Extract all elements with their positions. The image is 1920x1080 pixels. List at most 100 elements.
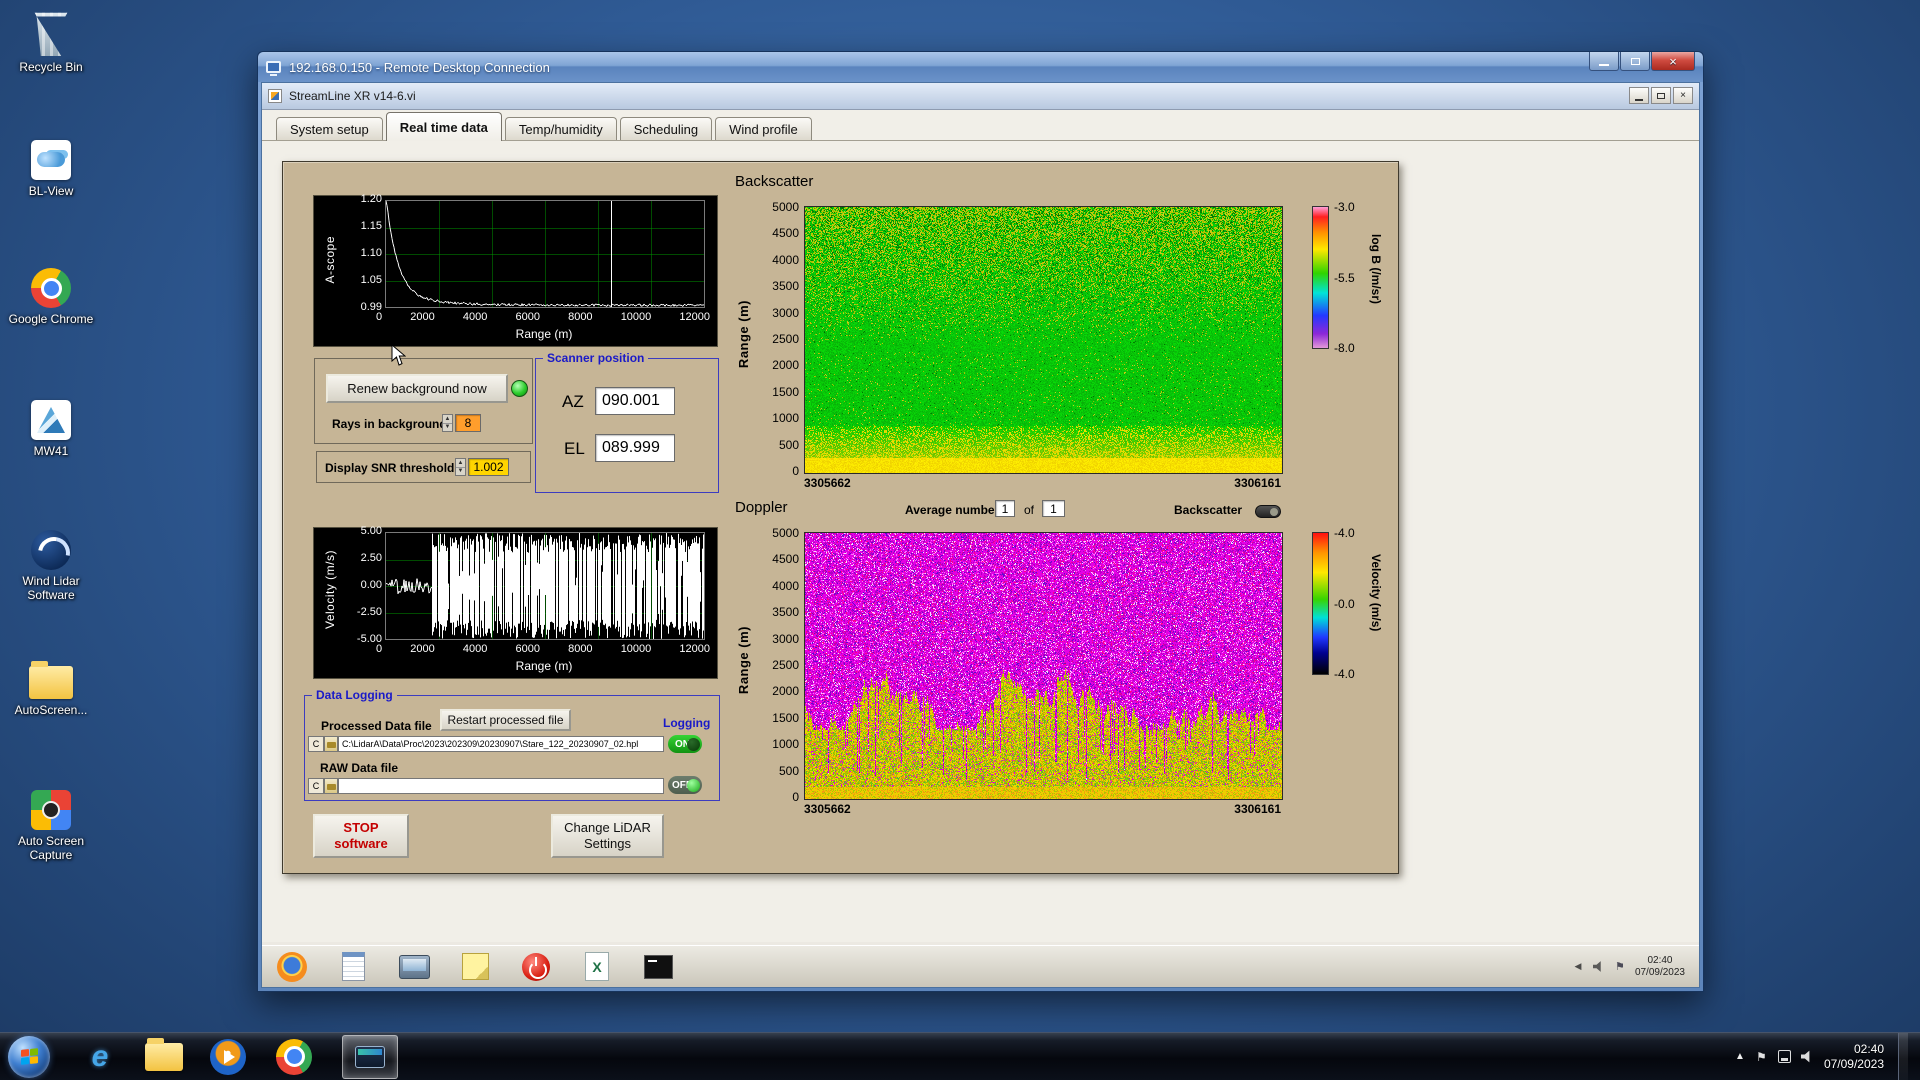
network-icon[interactable] xyxy=(1778,1050,1791,1063)
az-value-field[interactable]: 090.001 xyxy=(595,387,675,415)
backscatter-ytick: 2500 xyxy=(772,332,799,346)
remote-rdc-launcher[interactable] xyxy=(396,950,432,984)
desktop-icon-recycle-bin[interactable]: Recycle Bin xyxy=(8,10,94,74)
desktop-screen: Recycle Bin BL-View Google Chrome MW41 W… xyxy=(0,0,1920,1080)
ascope-plot: A-scope 1.201.151.101.050.99 02000400060… xyxy=(313,195,718,347)
volume-icon[interactable] xyxy=(1801,1050,1814,1063)
of-label: of xyxy=(1024,503,1034,517)
remote-xr-launcher[interactable]: X xyxy=(579,950,615,984)
stop-software-button-line2: software xyxy=(334,836,387,852)
doppler-x-start: 3305662 xyxy=(804,802,851,816)
rdc-titlebar[interactable]: 192.168.0.150 - Remote Desktop Connectio… xyxy=(258,52,1703,82)
rays-value-field[interactable]: 8 xyxy=(455,414,481,432)
remote-notepad-launcher[interactable] xyxy=(335,950,371,984)
snr-value-field[interactable]: 1.002 xyxy=(468,458,509,476)
velocity-graph-canvas[interactable] xyxy=(385,532,705,640)
velocity-yticks: 5.002.500.00-2.50-5.00 xyxy=(338,525,382,645)
rdc-close-button[interactable]: × xyxy=(1651,52,1695,71)
tab-wind-profile[interactable]: Wind profile xyxy=(715,117,812,140)
rdc-minimize-button[interactable] xyxy=(1589,52,1619,71)
taskbar-rdc-button[interactable] xyxy=(342,1035,398,1079)
remote-clock[interactable]: 02:40 07/09/2023 xyxy=(1635,955,1685,979)
ascope-xtick: 6000 xyxy=(515,311,539,323)
backscatter-toggle[interactable] xyxy=(1255,505,1281,518)
tab-scheduling[interactable]: Scheduling xyxy=(620,117,712,140)
velocity-xtick: 8000 xyxy=(568,643,592,655)
el-value-field[interactable]: 089.999 xyxy=(595,434,675,462)
vi-minimize-button[interactable] xyxy=(1629,87,1649,104)
tab-system-setup[interactable]: System setup xyxy=(276,117,383,140)
taskbar-ie-button[interactable]: e xyxy=(78,1035,122,1079)
ascope-ytick: 1.15 xyxy=(361,220,382,232)
spinner-down-icon[interactable]: ▼ xyxy=(456,468,465,476)
bl-view-icon xyxy=(31,140,71,180)
taskbar-clock[interactable]: 02:40 07/09/2023 xyxy=(1824,1042,1884,1072)
rays-spinner[interactable]: ▲ ▼ xyxy=(442,414,453,432)
doppler-title: Doppler xyxy=(735,499,788,516)
backscatter-ytick: 1000 xyxy=(772,411,799,425)
taskbar-media-player-button[interactable] xyxy=(206,1035,250,1079)
folder-icon xyxy=(29,666,73,699)
ascope-graph-canvas[interactable] xyxy=(385,200,705,308)
desktop-icon-wind-lidar[interactable]: Wind Lidar Software xyxy=(8,530,94,602)
desktop-icon-bl-view[interactable]: BL-View xyxy=(8,140,94,198)
remote-desktop-icon xyxy=(355,1046,385,1068)
show-desktop-button[interactable] xyxy=(1898,1033,1908,1080)
vi-titlebar[interactable]: StreamLine XR v14-6.vi xyxy=(262,83,1699,110)
remote-hidden-icons-arrow[interactable]: ◀ xyxy=(1572,961,1584,973)
spinner-up-icon[interactable]: ▲ xyxy=(456,459,465,468)
remote-flag-icon[interactable]: ⚑ xyxy=(1614,961,1626,973)
taskbar-chrome-button[interactable] xyxy=(272,1035,316,1079)
raw-logging-toggle[interactable]: OFF xyxy=(668,776,702,794)
auto-screen-capture-icon xyxy=(31,790,71,830)
processed-browse-icon[interactable] xyxy=(324,736,338,752)
renew-background-button[interactable]: Renew background now xyxy=(326,374,508,403)
average-number-field[interactable]: 1 xyxy=(995,500,1015,517)
tab-temp-humidity[interactable]: Temp/humidity xyxy=(505,117,617,140)
hidden-icons-arrow[interactable]: ▲ xyxy=(1735,1051,1745,1062)
action-center-flag-icon[interactable]: ⚑ xyxy=(1755,1050,1768,1063)
ascope-xticks: 020004000600080001000012000 xyxy=(376,311,710,323)
average-total-field[interactable]: 1 xyxy=(1042,500,1065,517)
vi-restore-button[interactable] xyxy=(1651,87,1671,104)
doppler-colorbar-ticks: -4.0-0.0-4.0 xyxy=(1334,526,1355,681)
remote-notes-launcher[interactable] xyxy=(457,950,493,984)
restart-processed-file-button[interactable]: Restart processed file xyxy=(440,709,571,731)
backscatter-heatmap-canvas[interactable] xyxy=(804,206,1283,474)
spinner-up-icon[interactable]: ▲ xyxy=(443,415,452,424)
labview-app-icon xyxy=(268,89,282,103)
remote-volume-icon[interactable] xyxy=(1593,961,1605,973)
doppler-ytick: 2500 xyxy=(772,658,799,672)
raw-drive-box[interactable]: C xyxy=(308,778,324,794)
remote-power-launcher[interactable] xyxy=(518,950,554,984)
raw-browse-icon[interactable] xyxy=(324,778,338,794)
doppler-heatmap-canvas[interactable] xyxy=(804,532,1283,800)
raw-path-field[interactable] xyxy=(338,778,664,794)
ascope-yticks: 1.201.151.101.050.99 xyxy=(338,193,382,313)
data-logging-group: Data Logging Processed Data file Restart… xyxy=(304,695,720,801)
change-lidar-settings-button[interactable]: Change LiDAR Settings xyxy=(551,814,664,858)
desktop-icon-auto-screen-capture[interactable]: Auto Screen Capture xyxy=(8,790,94,862)
processed-drive-box[interactable]: C xyxy=(308,736,324,752)
doppler-ytick: 1000 xyxy=(772,737,799,751)
remote-browser-launcher[interactable] xyxy=(274,950,310,984)
processed-logging-toggle[interactable]: ON xyxy=(668,735,702,753)
tab-real-time-data[interactable]: Real time data xyxy=(386,112,502,141)
stop-software-button[interactable]: STOP software xyxy=(313,814,409,858)
desktop-icon-google-chrome[interactable]: Google Chrome xyxy=(8,268,94,326)
rdc-maximize-button[interactable] xyxy=(1620,52,1650,71)
firefox-icon xyxy=(277,952,307,982)
backscatter-colorbar-ticks: -3.0-5.5-8.0 xyxy=(1334,200,1355,355)
taskbar-explorer-button[interactable] xyxy=(142,1035,186,1079)
vi-close-button[interactable]: × xyxy=(1673,87,1693,104)
spinner-down-icon[interactable]: ▼ xyxy=(443,424,452,432)
processed-path-field[interactable]: C:\LidarA\Data\Proc\2023\202309\20230907… xyxy=(338,736,664,752)
desktop-icon-autoscreen-folder[interactable]: AutoScreen... xyxy=(8,666,94,717)
snr-spinner[interactable]: ▲ ▼ xyxy=(455,458,466,476)
stop-software-button-line1: STOP xyxy=(343,820,378,836)
backscatter-colorbar-label: log B (/m/sr) xyxy=(1369,234,1383,304)
remote-cmd-launcher[interactable] xyxy=(640,950,676,984)
start-button[interactable] xyxy=(8,1036,50,1078)
internet-explorer-icon: e xyxy=(92,1040,109,1074)
desktop-icon-mw41[interactable]: MW41 xyxy=(8,400,94,458)
